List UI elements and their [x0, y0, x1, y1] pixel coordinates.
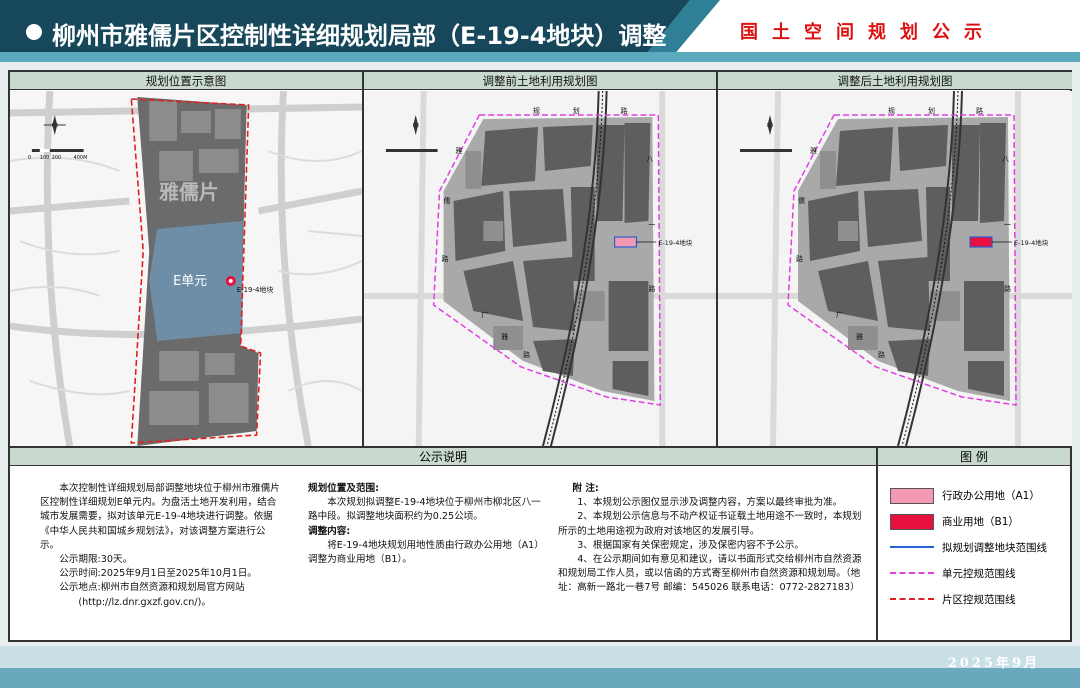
- legend-item-unit-boundary: 单元控规范围线: [890, 566, 1070, 582]
- before-panel: 调整前土地利用规划图 E-19-4地块 规 划 路 雅 儒 路 八 一 路 广 …: [364, 72, 718, 446]
- svg-text:400M: 400M: [74, 155, 88, 161]
- note-2: 2、本规划公示信息与不动产权证书证载土地用途不一致时，本规划所示的土地用途视为政…: [558, 511, 862, 537]
- legend-item-plot-boundary: 拟规划调整地块范围线: [890, 540, 1070, 556]
- location-panel: 规划位置示意图 雅儒片 E单元 E-19-4地块 0 100 200 400M: [10, 72, 364, 446]
- legend-swatch-b1: [890, 514, 934, 530]
- legend-line-blue: [890, 546, 934, 548]
- svg-text:规: 规: [888, 106, 895, 115]
- notice-section-title: 公示说明: [10, 446, 876, 466]
- svg-text:路: 路: [796, 254, 803, 263]
- notice-label: 国土空间规划公示: [740, 22, 996, 43]
- svg-text:路: 路: [878, 350, 885, 359]
- svg-text:雅: 雅: [810, 146, 817, 155]
- scope-heading: 规划位置及范围:: [308, 483, 379, 494]
- before-scale-bar: [385, 149, 438, 152]
- svg-text:儒: 儒: [444, 196, 451, 205]
- svg-text:路: 路: [442, 254, 449, 263]
- area-label: 雅儒片: [159, 180, 219, 204]
- legend: 行政办公用地（A1） 商业用地（B1） 拟规划调整地块范围线 单元控规范围线 片…: [876, 466, 1070, 640]
- notice-board: 规划位置示意图 雅儒片 E单元 E-19-4地块 0 100 200 400M …: [8, 70, 1072, 642]
- notice-col2: 规划位置及范围: 本次规划拟调整E-19-4地块位于柳州市柳北区八一路中段。拟调…: [308, 482, 548, 567]
- svg-text:广: 广: [836, 310, 843, 319]
- svg-text:八: 八: [1002, 155, 1009, 163]
- content-heading: 调整内容:: [308, 525, 351, 537]
- time-text: 公示时间:2025年9月1日至2025年10月1日。: [59, 568, 257, 580]
- header-stripe: [0, 52, 1080, 62]
- legend-item-b1: 商业用地（B1）: [890, 514, 1070, 530]
- svg-text:路: 路: [523, 350, 530, 359]
- place-text: 公示地点:柳州市自然资源和规划局官方网站: [59, 582, 245, 594]
- svg-text:一: 一: [648, 221, 655, 229]
- legend-line-magenta: [890, 572, 934, 574]
- after-panel-title: 调整后土地利用规划图: [718, 72, 1072, 90]
- svg-text:规: 规: [533, 106, 540, 115]
- publish-date: 2025年9月: [947, 656, 1040, 671]
- svg-text:0: 0: [28, 155, 31, 161]
- intro-text: 本次控制性详细规划局部调整地块位于柳州市雅儒片区控制性详细规划E单元内。为盘活土…: [40, 483, 280, 551]
- legend-line-red: [890, 598, 934, 600]
- location-map[interactable]: 雅儒片 E单元 E-19-4地块 0 100 200 400M: [10, 91, 362, 446]
- scope-text: 本次规划拟调整E-19-4地块位于柳州市柳北区八一路中段。拟调整地块面积约为0.…: [308, 497, 541, 523]
- url-link[interactable]: (http://lz.dnr.gxzf.gov.cn/)。: [40, 596, 280, 610]
- bullet-icon: [26, 24, 42, 40]
- after-panel: 调整后土地利用规划图 E-19-4地块 规 划 路 雅 儒 路 八 一 路 广 …: [718, 72, 1072, 446]
- note-3: 3、根据国家有关保密规定，涉及保密内容不予公示。: [577, 539, 804, 551]
- svg-text:路: 路: [1004, 284, 1011, 293]
- svg-text:广: 广: [481, 310, 488, 319]
- svg-text:划: 划: [573, 106, 580, 115]
- legend-title: 图 例: [876, 446, 1070, 466]
- svg-text:划: 划: [928, 106, 935, 115]
- notes-heading: 附 注:: [572, 483, 599, 494]
- plot-label: E-19-4地块: [237, 285, 274, 294]
- after-map[interactable]: E-19-4地块 规 划 路 雅 儒 路 八 一 路 广 雅 路: [718, 91, 1072, 446]
- svg-text:200: 200: [52, 155, 61, 161]
- header-banner: 柳州市雅儒片区控制性详细规划局部（E-19-4地块）调整 国土空间规划公示: [0, 0, 1080, 62]
- svg-text:一: 一: [1004, 221, 1011, 229]
- before-panel-title: 调整前土地利用规划图: [364, 72, 716, 90]
- content-text: 将E-19-4地块规划用地性质由行政办公用地（A1）调整为商业用地（B1）。: [308, 539, 544, 566]
- svg-text:100: 100: [40, 155, 49, 161]
- note-4: 4、在公示期间如有意见和建议，请以书面形式交给柳州市自然资源和规划局工作人员，或…: [558, 554, 862, 594]
- before-map[interactable]: E-19-4地块 规 划 路 雅 儒 路 八 一 路 广 雅 路: [364, 91, 716, 446]
- page-title: 柳州市雅儒片区控制性详细规划局部（E-19-4地块）调整: [52, 22, 667, 50]
- after-scale-bar: [740, 149, 792, 152]
- notice-col1: 本次控制性详细规划局部调整地块位于柳州市雅儒片区控制性详细规划E单元内。为盘活土…: [40, 482, 280, 610]
- unit-label: E单元: [173, 274, 207, 289]
- note-1: 1、本规划公示图仅显示涉及调整内容，方案以最终审批为准。: [577, 497, 843, 509]
- svg-text:八: 八: [646, 155, 653, 163]
- svg-text:路: 路: [648, 284, 655, 293]
- notice-col3: 附 注: 1、本规划公示图仅显示涉及调整内容，方案以最终审批为准。 2、本规划公…: [558, 482, 870, 596]
- svg-text:雅: 雅: [856, 332, 863, 341]
- location-panel-title: 规划位置示意图: [10, 72, 362, 90]
- svg-text:雅: 雅: [501, 332, 508, 341]
- after-plot-label: E-19-4地块: [1014, 238, 1049, 247]
- svg-text:儒: 儒: [798, 196, 805, 205]
- legend-item-a1: 行政办公用地（A1）: [890, 488, 1070, 504]
- footer-strip: [0, 668, 1080, 688]
- svg-text:路: 路: [976, 106, 983, 115]
- svg-text:路: 路: [621, 106, 628, 115]
- before-plot-label: E-19-4地块: [658, 238, 692, 247]
- legend-item-area-boundary: 片区控规范围线: [890, 592, 1070, 608]
- svg-text:雅: 雅: [455, 146, 462, 155]
- period-text: 公示期限:30天。: [59, 554, 133, 566]
- legend-swatch-a1: [890, 488, 934, 504]
